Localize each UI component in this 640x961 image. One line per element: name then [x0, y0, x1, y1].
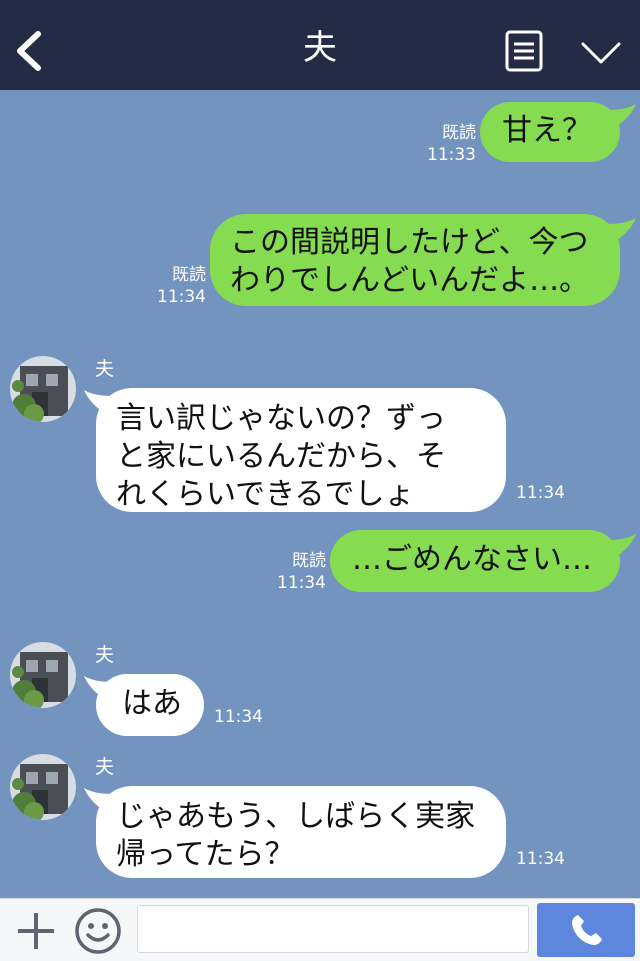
avatar-image: [10, 642, 76, 708]
message-text-line: と家にいるんだから、そ: [116, 439, 446, 474]
message-text-line: 言い訳じゃないの？ずっ: [116, 401, 446, 436]
sender-name: 夫: [95, 358, 115, 380]
phone-icon: [572, 915, 602, 945]
message-text-line: この間説明したけど、今つ: [230, 225, 589, 260]
sent-message-bubble[interactable]: …ごめんなさい…: [330, 530, 620, 592]
message-text-line: れくらいできるでしょ: [116, 477, 415, 512]
message-text-line: じゃあもう、しばらく実家: [116, 799, 476, 834]
message-time: 11:34: [516, 483, 565, 503]
emoji-icon[interactable]: [74, 907, 122, 955]
read-receipt: 既読: [172, 265, 206, 285]
message-time: 11:34: [516, 849, 565, 869]
message-meta: 既読 11:33: [420, 122, 476, 166]
message-meta: 既読 11:34: [270, 550, 326, 594]
message-time: 11:34: [157, 287, 206, 307]
message-text: …ごめんなさい…: [352, 542, 592, 577]
plus-icon[interactable]: [14, 909, 58, 953]
call-button[interactable]: [537, 903, 635, 957]
read-receipt: 既読: [442, 123, 476, 143]
input-bar: [0, 898, 640, 961]
message-text-line: 帰ってたら？: [116, 837, 295, 872]
received-message-bubble[interactable]: はあ: [96, 674, 204, 736]
message-text: はあ: [122, 686, 182, 721]
avatar-image: [10, 754, 76, 820]
received-message-bubble[interactable]: じゃあもう、しばらく実家 帰ってたら？: [96, 786, 506, 878]
bubble-tail: [608, 218, 636, 242]
message-meta: 既読 11:34: [150, 264, 206, 308]
received-message-bubble[interactable]: 言い訳じゃないの？ずっ と家にいるんだから、そ れくらいできるでしょ: [96, 388, 506, 512]
avatar[interactable]: [10, 642, 76, 708]
avatar[interactable]: [10, 356, 76, 422]
sender-name: 夫: [95, 756, 115, 778]
chat-title: 夫: [303, 28, 337, 68]
message-text-line: わりでしんどいんだよ…。: [230, 263, 590, 298]
message-text: 甘え？: [502, 113, 592, 148]
bubble-tail: [608, 104, 636, 128]
message-time: 11:33: [427, 145, 476, 165]
chevron-down-icon[interactable]: [580, 40, 622, 66]
avatar[interactable]: [10, 754, 76, 820]
chat-header: 夫: [0, 0, 640, 90]
message-input[interactable]: [137, 905, 529, 953]
chat-area[interactable]: 既読 11:33 甘え？ 既読 11:34 この間説明したけど、今つ わりでしん…: [0, 90, 640, 898]
sender-name: 夫: [95, 644, 115, 666]
sent-message-bubble[interactable]: 甘え？: [480, 102, 620, 162]
read-receipt: 既読: [292, 551, 326, 571]
menu-list-icon[interactable]: [505, 30, 543, 72]
bubble-tail: [608, 534, 636, 558]
sent-message-bubble[interactable]: この間説明したけど、今つ わりでしんどいんだよ…。: [210, 214, 620, 306]
avatar-image: [10, 356, 76, 422]
message-time: 11:34: [277, 573, 326, 593]
message-time: 11:34: [214, 707, 263, 727]
